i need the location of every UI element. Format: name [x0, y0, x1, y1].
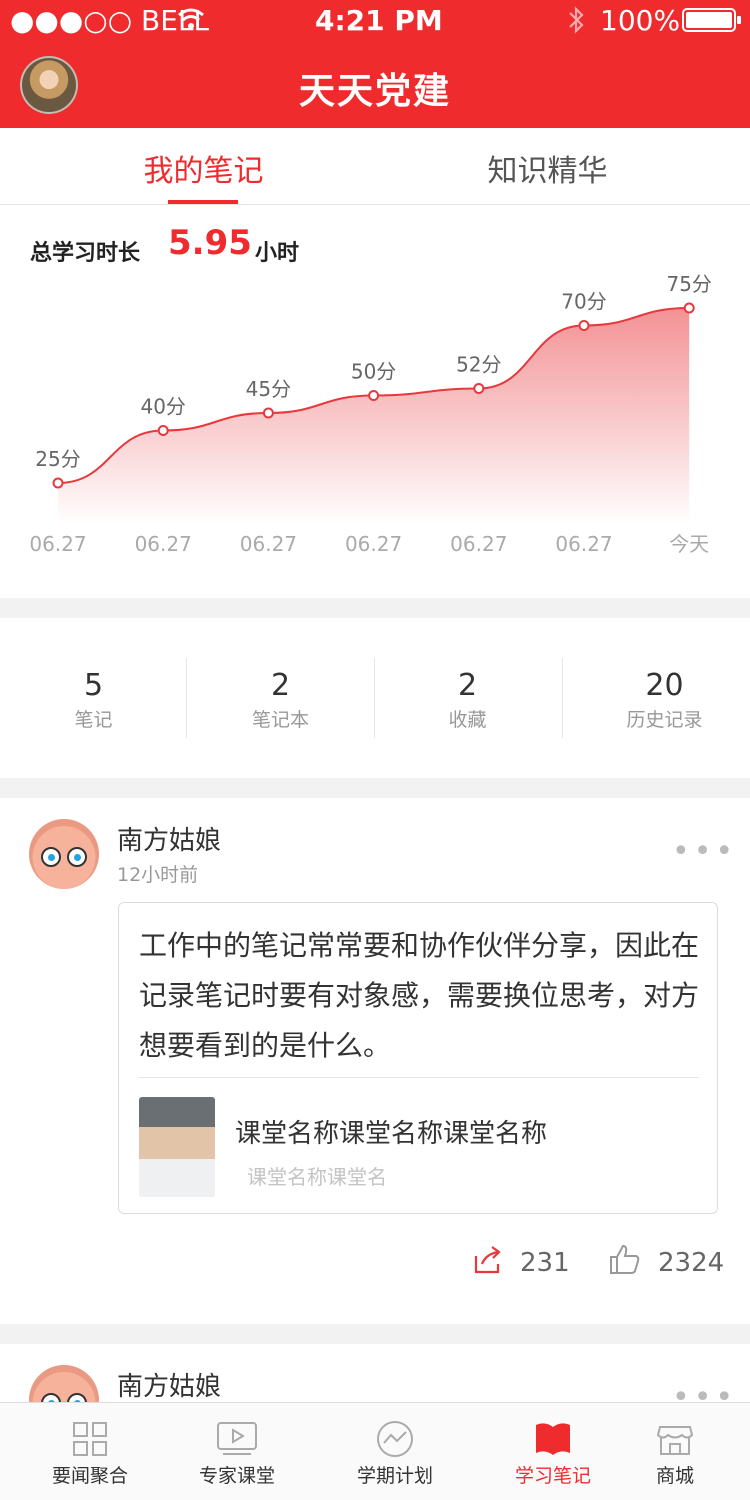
data-label: 52分: [456, 353, 501, 377]
stat-label: 历史记录: [626, 709, 703, 731]
app-header: ●●●○○ BELL 4:21 PM 100% 天天党建: [0, 0, 750, 128]
tabbar-item-plan[interactable]: 学期计划: [320, 1419, 470, 1488]
chart-point[interactable]: [578, 320, 590, 331]
data-label: 50分: [351, 360, 396, 384]
chart-point[interactable]: [157, 425, 169, 436]
share-icon[interactable]: [472, 1244, 504, 1276]
wifi-icon: [178, 8, 204, 29]
share-count: 231: [520, 1248, 570, 1278]
tabbar-label: 专家课堂: [198, 1465, 275, 1487]
trend-icon: [377, 1421, 413, 1457]
stats-row: 5 笔记 2 笔记本 2 收藏 20 历史记录: [0, 618, 750, 778]
x-tick-label: 06.27: [240, 532, 297, 556]
total-study-value: 5.95: [168, 223, 252, 263]
stat-notes[interactable]: 5 笔记: [0, 668, 187, 732]
study-chart-card: 25分 06.27 40分 06.27 45分 06.27 50分 06.27 52分 06.27…: [0, 205, 750, 598]
video-icon: [217, 1422, 257, 1455]
stat-label: 收藏: [448, 709, 487, 731]
tab-knowledge[interactable]: 知识精华: [360, 146, 735, 190]
divider: [562, 658, 563, 738]
note-post-card: 南方姑娘 12小时前 ••• 工作中的笔记常常要和协作伙伴分享，因此在记录笔记时…: [0, 798, 750, 1324]
author-avatar[interactable]: [29, 819, 99, 889]
status-time: 4:21 PM: [315, 4, 443, 37]
notebook-icon: [536, 1423, 570, 1455]
x-tick-label: 06.27: [29, 532, 86, 556]
data-label: 70分: [561, 290, 606, 314]
active-tab-indicator: [168, 200, 238, 204]
stat-favorites[interactable]: 2 收藏: [374, 668, 561, 732]
x-tick-label: 06.27: [450, 532, 507, 556]
chart-point[interactable]: [52, 477, 64, 489]
tabbar-label: 要闻聚合: [51, 1465, 128, 1487]
segment-tabs: 我的笔记 知识精华: [0, 128, 750, 205]
chart-point[interactable]: [368, 390, 380, 401]
like-count: 2324: [658, 1248, 725, 1278]
x-tick-label: 06.27: [345, 532, 402, 556]
tabbar-item-expert[interactable]: 专家课堂: [162, 1419, 312, 1488]
tab-my-notes[interactable]: 我的笔记: [16, 146, 391, 190]
author-name[interactable]: 南方姑娘: [117, 1366, 221, 1403]
x-tick-label: 06.27: [135, 532, 192, 556]
stat-label: 笔记: [74, 709, 113, 731]
tabbar-label: 商城: [655, 1465, 694, 1487]
tabbar-item-store[interactable]: 商城: [600, 1419, 750, 1488]
post-time: 12小时前: [117, 864, 199, 886]
divider: [139, 1077, 699, 1078]
chart-point[interactable]: [473, 383, 485, 394]
data-label: 75分: [666, 272, 711, 296]
grid-icon: [73, 1422, 107, 1456]
note-post-card: 南方姑娘 •••: [0, 1344, 750, 1404]
note-content-box[interactable]: 工作中的笔记常常要和协作伙伴分享，因此在记录笔记时要有对象感，需要换位思考，对方…: [118, 902, 718, 1214]
course-title: 课堂名称课堂名称课堂名称: [235, 1119, 548, 1149]
x-tick-label: 今天: [669, 532, 709, 556]
data-label: 40分: [140, 395, 185, 419]
chart-point[interactable]: [683, 302, 695, 314]
bluetooth-icon: [569, 6, 584, 34]
bottom-tab-bar: 要闻聚合 专家课堂 学期计划 学习笔记 商城: [0, 1402, 750, 1500]
more-options-icon[interactable]: •••: [672, 834, 737, 869]
battery-percent: 100%: [600, 4, 681, 37]
author-name[interactable]: 南方姑娘: [117, 820, 221, 857]
battery-icon: [682, 8, 741, 32]
more-options-icon[interactable]: •••: [672, 1380, 737, 1404]
tabbar-label: 学期计划: [356, 1465, 433, 1487]
thumbs-up-icon[interactable]: [608, 1242, 642, 1276]
note-text: 工作中的笔记常常要和协作伙伴分享，因此在记录笔记时要有对象感，需要换位思考，对方…: [139, 929, 700, 1062]
author-avatar[interactable]: [29, 1365, 99, 1404]
course-subtitle: 课堂名称课堂名: [247, 1165, 387, 1189]
stat-history[interactable]: 20 历史记录: [571, 668, 750, 732]
tabbar-item-news[interactable]: 要闻聚合: [15, 1419, 165, 1488]
stat-value: 2: [270, 668, 291, 703]
store-icon: [656, 1426, 694, 1455]
data-label: 25分: [35, 447, 80, 471]
stat-value: 20: [645, 668, 684, 703]
course-thumbnail: [139, 1097, 215, 1197]
total-study-unit: 小时: [255, 241, 300, 266]
stat-value: 2: [457, 668, 478, 703]
x-tick-label: 06.27: [555, 532, 612, 556]
stat-value: 5: [83, 668, 104, 703]
chart-point[interactable]: [262, 407, 274, 419]
stat-notebooks[interactable]: 2 笔记本: [187, 668, 374, 732]
total-study-label: 总学习时长: [30, 241, 141, 266]
stat-label: 笔记本: [251, 709, 309, 731]
page-title: 天天党建: [298, 71, 451, 112]
data-label: 45分: [246, 377, 291, 401]
